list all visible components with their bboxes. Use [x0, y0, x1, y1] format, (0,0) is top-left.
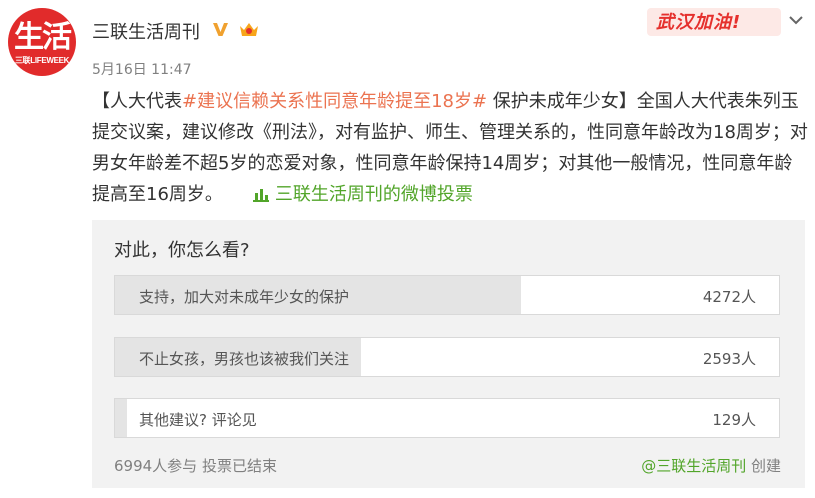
avatar-logo-subtext: 三联LIFEWEEK — [14, 56, 70, 65]
poll-option-2-count: 2593人 — [702, 350, 756, 368]
poll-creator-account[interactable]: @三联生活周刊 — [641, 457, 746, 475]
poll-summary: 6994人参与 投票已结束 — [114, 457, 277, 475]
verified-v-icon — [213, 23, 228, 36]
avatar[interactable]: 生活 三联LIFEWEEK — [8, 8, 76, 76]
vote-link[interactable]: 三联生活周刊的微博投票 — [275, 184, 473, 205]
poll-creator: @三联生活周刊 创建 — [641, 455, 781, 476]
poll-option-1: 支持，加大对未成年少女的保护 4272人 — [114, 275, 780, 315]
stamp-text: 武汉加油! — [656, 12, 742, 33]
poll-option-3-label: 其他建议? 评论见 — [139, 411, 257, 429]
avatar-logo-text: 生活 — [14, 20, 72, 55]
post-text: 【人大代表#建议信赖关系性同意年龄提至18岁# 保护未成年少女】全国人大代表朱列… — [92, 86, 810, 210]
poll-creator-suffix: 创建 — [746, 457, 781, 475]
poll-option-1-count: 4272人 — [702, 288, 756, 306]
poll-question: 对此，你怎么看? — [114, 240, 250, 261]
chart-icon — [252, 189, 269, 202]
poll-option-3-count: 129人 — [712, 411, 756, 429]
poll-option-2-label: 不止女孩，男孩也该被我们关注 — [139, 350, 350, 368]
post-time[interactable]: 5月16日 11:47 — [92, 59, 192, 79]
post-bracket-open: 【人大代表 — [92, 91, 182, 112]
poll-option-1-label: 支持，加大对未成年少女的保护 — [139, 288, 350, 306]
author-name[interactable]: 三联生活周刊 — [92, 18, 200, 44]
poll-card: 对此，你怎么看? 支持，加大对未成年少女的保护 4272人 不止女孩，男孩也该被… — [92, 220, 805, 488]
vip-crown-icon[interactable] — [238, 20, 260, 38]
poll-option-2: 不止女孩，男孩也该被我们关注 2593人 — [114, 337, 780, 377]
poll-option-3-bar — [115, 399, 127, 437]
hashtag-link[interactable]: #建议信赖关系性同意年龄提至18岁# — [182, 91, 487, 112]
poll-option-3: 其他建议? 评论见 129人 — [114, 398, 780, 438]
chevron-down-icon[interactable] — [788, 14, 804, 26]
